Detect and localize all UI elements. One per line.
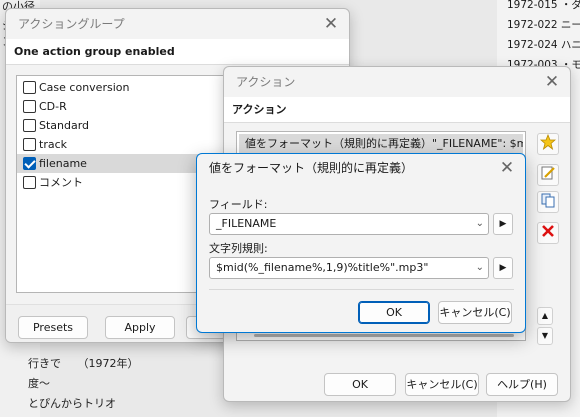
- copy-icon[interactable]: [537, 191, 559, 213]
- bg-text-line: 度～: [28, 377, 50, 390]
- item-label: filename: [39, 157, 87, 170]
- close-icon[interactable]: ✕: [538, 67, 566, 97]
- field-select[interactable]: _FILENAME ⌄: [209, 213, 489, 235]
- item-label: コメント: [39, 176, 83, 189]
- list-item[interactable]: 1972-022 ニール: [497, 17, 580, 33]
- checkbox[interactable]: [23, 176, 36, 189]
- dialog-titlebar: 値をフォーマット（規則的に再定義） ✕: [197, 154, 525, 182]
- ok-button[interactable]: OK: [358, 301, 430, 324]
- move-down-button[interactable]: ▼: [537, 327, 553, 345]
- checkbox[interactable]: [23, 119, 36, 132]
- help-button[interactable]: ヘルプ(H): [486, 373, 558, 396]
- window-title: アクショングループ: [18, 17, 125, 31]
- rule-label: 文字列規則:: [209, 242, 268, 255]
- chevron-down-icon[interactable]: ⌄: [476, 214, 484, 234]
- close-icon[interactable]: ✕: [317, 9, 345, 39]
- action-item[interactable]: 値をフォーマット（規則的に再定義）"_FILENAME": $mid: [239, 134, 523, 154]
- item-label: CD-R: [39, 100, 67, 113]
- play-arrow-icon[interactable]: ▶: [493, 213, 513, 235]
- window-titlebar: アクショングループ ✕: [6, 9, 349, 39]
- window-title: アクション: [236, 75, 296, 89]
- ok-button[interactable]: OK: [324, 373, 396, 396]
- list-item[interactable]: 1972-024 ハニ: [497, 37, 580, 53]
- list-item[interactable]: 1972-015 ・ダ: [497, 0, 580, 13]
- chevron-down-icon[interactable]: ⌄: [476, 258, 484, 278]
- item-label: Standard: [39, 119, 90, 132]
- horizontal-scrollbar[interactable]: [254, 334, 514, 337]
- star-add-icon[interactable]: [537, 133, 559, 155]
- group-header: One action group enabled: [6, 39, 349, 65]
- checkbox[interactable]: [23, 81, 36, 94]
- checkbox[interactable]: [23, 138, 36, 151]
- apply-button[interactable]: Apply: [105, 316, 175, 339]
- action-header: アクション: [224, 97, 570, 123]
- window-titlebar: アクション ✕: [224, 67, 570, 97]
- move-up-button[interactable]: ▲: [537, 307, 553, 325]
- rule-value: $mid(%_filename%,1,9)%title%".mp3": [216, 261, 429, 274]
- cancel-button[interactable]: キャンセル(C): [438, 301, 512, 324]
- checkbox-checked[interactable]: [23, 157, 36, 170]
- item-label: Case conversion: [39, 81, 130, 94]
- bg-text-line: とぴんからトリオ: [28, 397, 116, 410]
- dialog-title: 値をフォーマット（規則的に再定義）: [209, 161, 414, 175]
- cancel-button[interactable]: キャンセル(C): [405, 373, 479, 396]
- presets-button[interactable]: Presets: [18, 316, 88, 339]
- field-value: _FILENAME: [216, 217, 277, 230]
- rule-input[interactable]: $mid(%_filename%,1,9)%title%".mp3" ⌄: [209, 257, 489, 279]
- item-label: track: [39, 138, 67, 151]
- divider: [209, 289, 514, 290]
- play-arrow-icon[interactable]: ▶: [493, 257, 513, 279]
- bg-text-line: 行きで （1972年）: [28, 357, 139, 370]
- close-icon[interactable]: ✕: [493, 154, 521, 182]
- format-value-dialog: 値をフォーマット（規則的に再定義） ✕ フィールド: _FILENAME ⌄ ▶…: [196, 153, 526, 333]
- field-label: フィールド:: [209, 198, 268, 211]
- delete-x-icon[interactable]: [537, 222, 559, 244]
- checkbox[interactable]: [23, 100, 36, 113]
- edit-icon[interactable]: [537, 164, 559, 186]
